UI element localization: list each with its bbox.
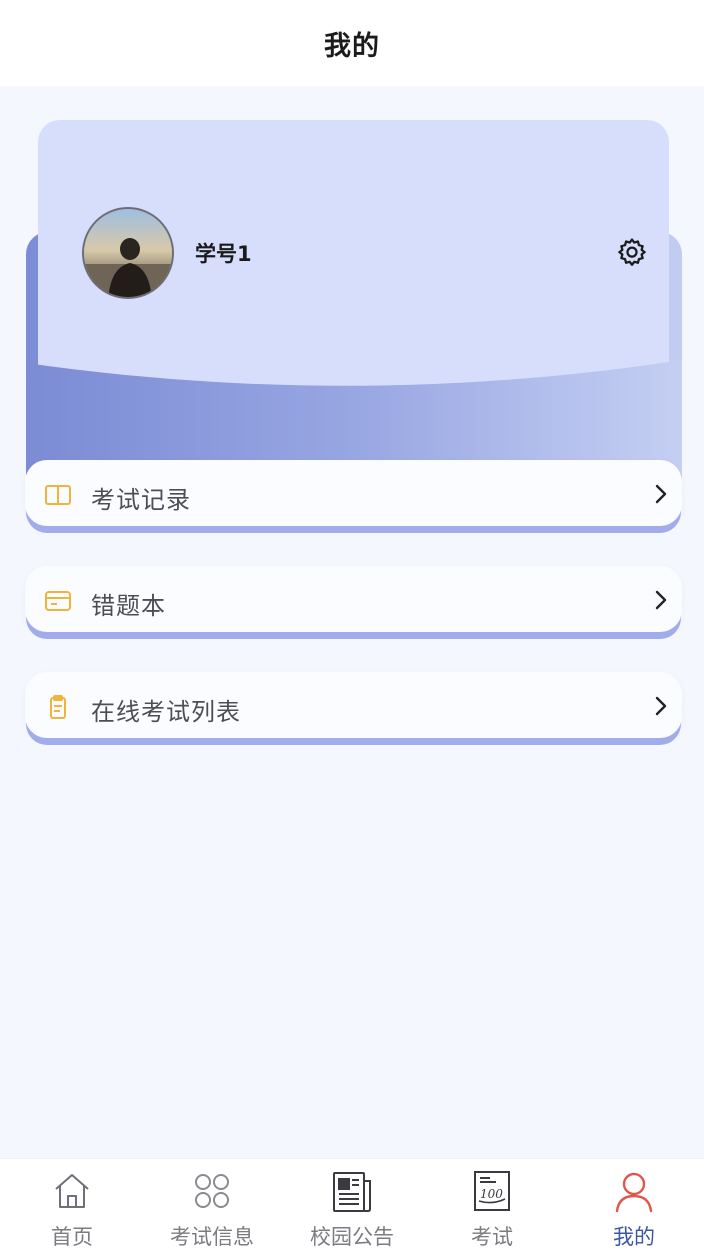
menu-item-wrong-questions[interactable]: 错题本: [25, 566, 682, 632]
chevron-right-icon: [655, 484, 667, 504]
tab-label: 校园公告: [310, 1225, 394, 1249]
page-title: 我的: [324, 31, 380, 62]
top-bar: 我的: [0, 0, 704, 86]
tab-exam[interactable]: 100 考试: [422, 1159, 562, 1252]
bottom-tab-bar: 首页 考试信息 校园公告 100 考试 我的: [0, 1158, 704, 1252]
avatar-photo: [84, 209, 172, 297]
menu-item-label: 在线考试列表: [91, 698, 241, 726]
menu-item-exam-records[interactable]: 考试记录: [25, 460, 682, 526]
tab-label: 我的: [613, 1225, 655, 1249]
home-icon: [55, 1174, 89, 1208]
menu-item-label: 错题本: [91, 592, 166, 620]
menu-item-online-exam-list[interactable]: 在线考试列表: [25, 672, 682, 738]
svg-text:100: 100: [480, 1187, 503, 1201]
tab-exam-info[interactable]: 考试信息: [142, 1159, 282, 1252]
screen: 我的 学号1 考试记录 错题本 在线考试列表 首页 考试信息 校园公告 100 …: [0, 0, 704, 1252]
book-icon: [45, 485, 71, 505]
tab-label: 首页: [51, 1225, 93, 1249]
exam-paper-icon: 100: [474, 1171, 510, 1211]
chevron-right-icon: [655, 590, 667, 610]
menu-item-label: 考试记录: [91, 486, 191, 514]
chevron-right-icon: [655, 696, 667, 716]
user-name: 学号1: [195, 242, 252, 266]
avatar[interactable]: [82, 207, 174, 299]
newspaper-icon: [333, 1172, 371, 1212]
tab-label: 考试: [471, 1225, 513, 1249]
tab-mine[interactable]: 我的: [564, 1159, 704, 1252]
gear-icon: [618, 238, 646, 266]
tab-label: 考试信息: [170, 1225, 254, 1249]
four-circles-icon: [195, 1174, 229, 1208]
settings-button[interactable]: [615, 236, 649, 270]
tab-campus-notice[interactable]: 校园公告: [282, 1159, 422, 1252]
clipboard-icon: [50, 695, 66, 719]
tab-home[interactable]: 首页: [2, 1159, 142, 1252]
card-icon: [45, 591, 71, 611]
user-icon: [615, 1172, 653, 1213]
